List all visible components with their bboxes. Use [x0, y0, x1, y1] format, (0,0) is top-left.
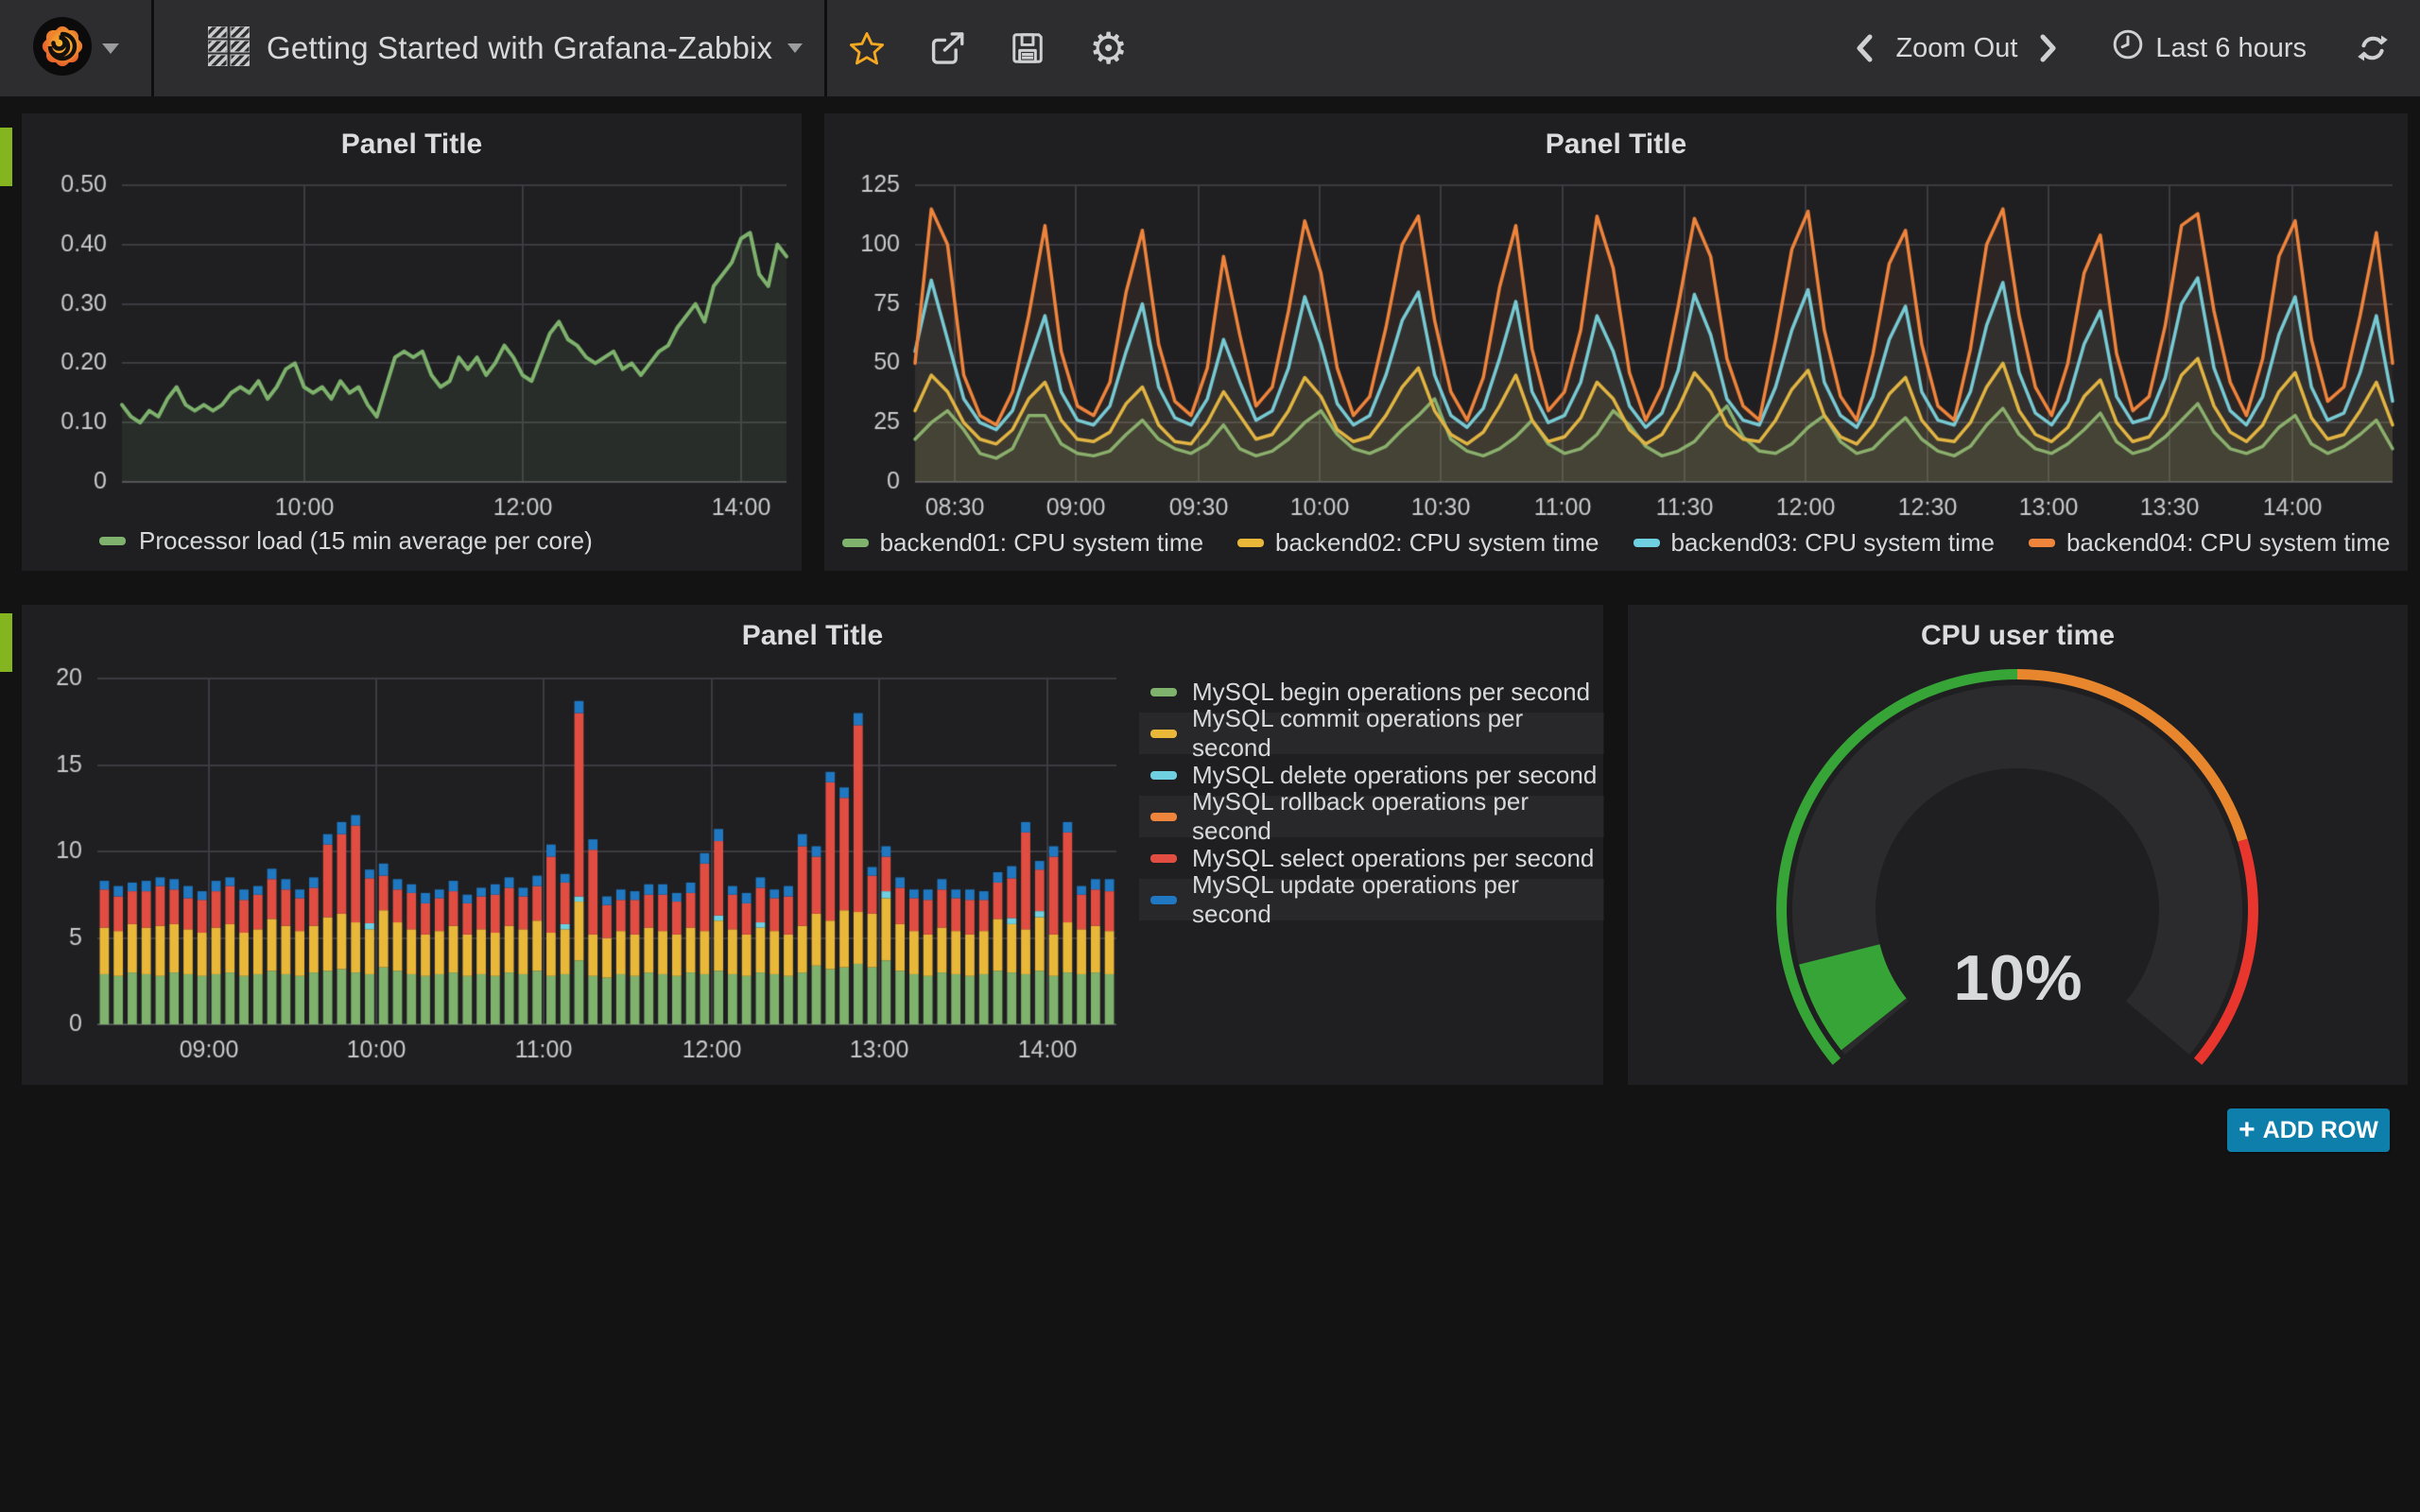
title-dropdown-caret-icon: [787, 43, 803, 53]
gear-icon[interactable]: ⚙: [1089, 26, 1128, 70]
legend-label: MySQL begin operations per second: [1192, 678, 1590, 707]
gauge-value: 10%: [1628, 937, 2408, 1019]
legend-cpu-system-time: backend01: CPU system time backend02: CP…: [824, 528, 2408, 558]
legend-swatch: [1150, 688, 1177, 696]
time-range-label: Last 6 hours: [2155, 33, 2307, 64]
time-back-chevron-icon[interactable]: [1841, 33, 1888, 63]
mysql-operations-chart-canvas[interactable]: [22, 662, 1137, 1085]
zoom-out-button[interactable]: Zoom Out: [1888, 33, 2025, 64]
add-row-button[interactable]: + ADD ROW: [2227, 1108, 2390, 1152]
legend-swatch: [1150, 730, 1177, 738]
panel-title[interactable]: Panel Title: [824, 129, 2408, 161]
legend-swatch: [1634, 539, 1660, 547]
row-handle-bottom[interactable]: [0, 613, 12, 672]
legend-item-backend03[interactable]: backend03: CPU system time: [1634, 528, 1995, 558]
grafana-logo-icon: [32, 16, 93, 81]
legend-swatch: [1150, 896, 1177, 904]
legend-label: MySQL update operations per second: [1192, 870, 1604, 929]
legend-swatch: [1237, 539, 1264, 547]
legend-label: MySQL rollback operations per second: [1192, 787, 1604, 846]
panel-title[interactable]: CPU user time: [1628, 620, 2408, 652]
share-icon[interactable]: [928, 30, 966, 66]
legend-item-mysql-update[interactable]: MySQL update operations per second: [1139, 879, 1604, 920]
grafana-logo-menu[interactable]: [0, 0, 151, 96]
legend-swatch: [1150, 813, 1177, 821]
legend-item-mysql-rollback[interactable]: MySQL rollback operations per second: [1139, 796, 1604, 837]
panel-cpu-user-time-gauge: CPU user time 10%: [1628, 605, 2408, 1085]
dashboard-title-dropdown[interactable]: Getting Started with Grafana-Zabbix: [267, 30, 803, 66]
processor-load-chart-canvas[interactable]: [22, 166, 802, 527]
row-handle-top[interactable]: [0, 128, 12, 186]
legend-mysql-operations: MySQL begin operations per second MySQL …: [1139, 671, 1604, 920]
legend-item-mysql-commit[interactable]: MySQL commit operations per second: [1139, 713, 1604, 754]
time-range-picker[interactable]: Last 6 hours: [2112, 28, 2307, 68]
legend-swatch: [2029, 539, 2055, 547]
legend-item-backend02[interactable]: backend02: CPU system time: [1237, 528, 1599, 558]
logo-dropdown-caret-icon: [102, 43, 119, 54]
panel-mysql-operations: Panel Title MySQL begin operations per s…: [22, 605, 1603, 1085]
legend-swatch: [1150, 854, 1177, 863]
legend-label: backend04: CPU system time: [2066, 528, 2390, 558]
legend-item-processor-load[interactable]: Processor load (15 min average per core): [99, 526, 593, 556]
add-row-label: ADD ROW: [2263, 1117, 2378, 1144]
legend-label: MySQL commit operations per second: [1192, 704, 1604, 763]
navbar-divider: [151, 0, 154, 96]
time-forward-chevron-icon[interactable]: [2025, 33, 2072, 63]
refresh-icon[interactable]: [2356, 32, 2390, 64]
star-icon[interactable]: [849, 31, 885, 66]
legend-label: Processor load (15 min average per core): [139, 526, 593, 556]
legend-swatch: [99, 537, 126, 545]
navbar-divider-2: [824, 0, 827, 96]
legend-label: backend03: CPU system time: [1671, 528, 1995, 558]
clock-icon: [2112, 28, 2144, 68]
panel-cpu-system-time: Panel Title backend01: CPU system time b…: [824, 113, 2408, 571]
legend-swatch: [1150, 771, 1177, 780]
cpu-system-time-chart-canvas[interactable]: [824, 166, 2408, 527]
panel-title[interactable]: Panel Title: [22, 620, 1603, 652]
panel-title[interactable]: Panel Title: [22, 129, 802, 161]
plus-icon: +: [2238, 1116, 2256, 1144]
legend-item-backend01[interactable]: backend01: CPU system time: [842, 528, 1203, 558]
panel-processor-load: Panel Title Processor load (15 min avera…: [22, 113, 802, 571]
legend-label: backend02: CPU system time: [1275, 528, 1599, 558]
navbar: Getting Started with Grafana-Zabbix: [0, 0, 2420, 96]
legend-swatch: [842, 539, 869, 547]
save-icon[interactable]: [1010, 30, 1046, 66]
legend-label: MySQL delete operations per second: [1192, 761, 1597, 790]
legend-item-backend04[interactable]: backend04: CPU system time: [2029, 528, 2390, 558]
dashboard-grid-icon: [208, 26, 250, 71]
legend-label: MySQL select operations per second: [1192, 844, 1594, 873]
legend-label: backend01: CPU system time: [880, 528, 1203, 558]
dashboard-title: Getting Started with Grafana-Zabbix: [267, 30, 772, 66]
